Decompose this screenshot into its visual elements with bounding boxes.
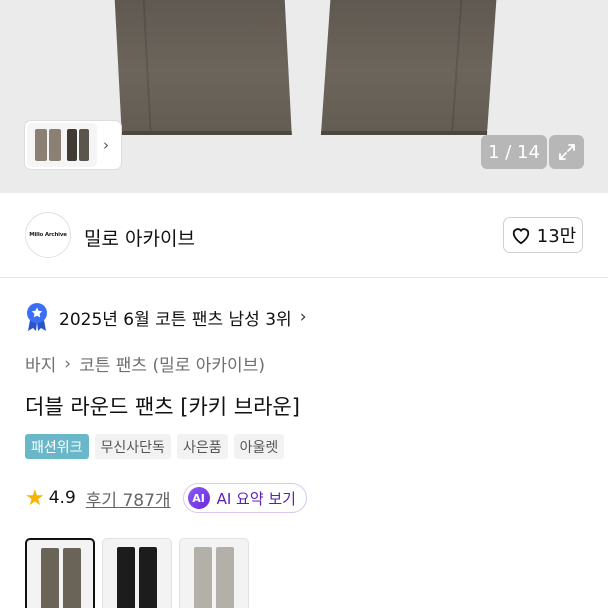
- heart-outline-icon: [512, 228, 529, 245]
- rating-row: ★ 4.9 후기 787개 AI AI 요약 보기: [25, 483, 307, 513]
- breadcrumb: 바지 › 코튼 팬츠 (밀로 아카이브): [25, 351, 265, 377]
- ai-summary-button[interactable]: AI AI 요약 보기: [182, 483, 307, 513]
- review-count-link[interactable]: 후기 787개: [86, 486, 171, 511]
- tag-exclusive: 무신사단독: [94, 434, 171, 459]
- rating-score: 4.9: [48, 488, 76, 508]
- chevron-right-icon: ›: [64, 353, 72, 374]
- tag-outlet: 아울렛: [233, 434, 285, 459]
- star-icon: ★: [25, 485, 45, 511]
- color-option-black[interactable]: [102, 538, 172, 608]
- product-image-gallery[interactable]: › 1 / 14: [0, 0, 608, 193]
- ai-summary-label: AI 요약 보기: [216, 489, 296, 508]
- shop-name[interactable]: 밀로 아카이브: [84, 224, 195, 251]
- expand-button[interactable]: [549, 135, 584, 169]
- like-count: 13만: [536, 226, 577, 247]
- shop-row: Millo Archive 밀로 아카이브 13만: [0, 193, 608, 278]
- ranking-badge-icon: [27, 303, 47, 331]
- tag-list: 패션위크 무신사단독 사은품 아울렛: [25, 434, 285, 459]
- ai-icon: AI: [187, 487, 210, 509]
- breadcrumb-item[interactable]: 코튼 팬츠 (밀로 아카이브): [79, 351, 265, 376]
- breadcrumb-item[interactable]: 바지: [25, 351, 56, 376]
- thumbnail-preview-button[interactable]: ›: [25, 121, 121, 169]
- tag-gift: 사은품: [176, 434, 228, 459]
- tag-fashion-week: 패션위크: [25, 434, 89, 459]
- expand-icon: [558, 144, 575, 160]
- product-image-left-leg: [114, 0, 292, 135]
- color-option-gray[interactable]: [179, 538, 249, 608]
- color-option-khaki-brown[interactable]: [25, 538, 95, 608]
- chevron-right-icon: ›: [299, 307, 307, 327]
- shop-logo[interactable]: Millo Archive: [25, 212, 71, 258]
- product-title: 더블 라운드 팬츠 [카키 브라운]: [25, 395, 300, 419]
- product-image-right-leg: [320, 0, 498, 135]
- like-button[interactable]: 13만: [503, 217, 583, 253]
- ranking-text: 2025년 6월 코튼 팬츠 남성 3위: [59, 309, 292, 330]
- chevron-right-icon: ›: [103, 136, 109, 154]
- color-options: [25, 538, 249, 608]
- ranking-link[interactable]: 2025년 6월 코튼 팬츠 남성 3위 ›: [25, 301, 307, 333]
- thumbnail-image: [27, 123, 97, 167]
- image-counter: 1 / 14: [481, 135, 547, 169]
